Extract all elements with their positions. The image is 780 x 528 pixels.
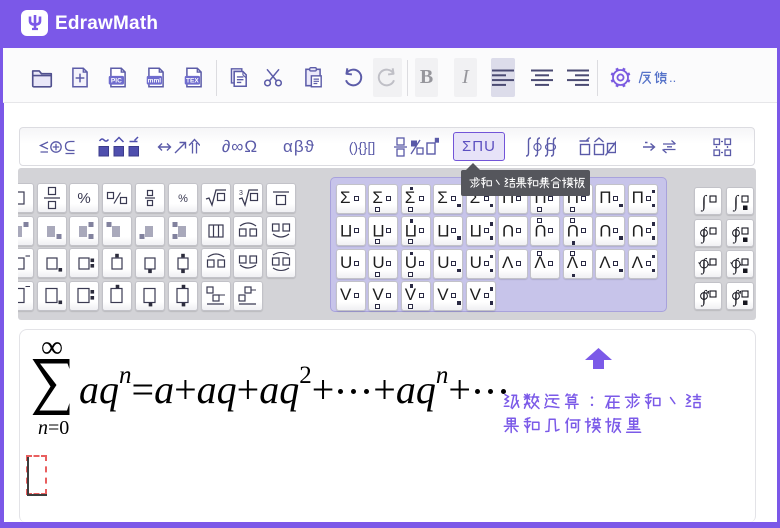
svg-text:∫: ∫ xyxy=(701,192,708,212)
svg-text:∫: ∫ xyxy=(733,287,740,307)
svg-text:PIC: PIC xyxy=(111,78,122,85)
svg-text:mml: mml xyxy=(148,78,162,85)
svg-text:∫: ∫ xyxy=(733,255,740,275)
svg-text:∫: ∫ xyxy=(701,287,708,307)
svg-text:%: % xyxy=(78,190,91,207)
svg-text:∫: ∫ xyxy=(701,224,708,244)
svg-text:..: .. xyxy=(669,70,676,85)
svg-text:3: 3 xyxy=(239,190,243,197)
svg-text:TEX: TEX xyxy=(186,78,199,85)
svg-text:∫: ∫ xyxy=(733,192,740,212)
svg-text:∫: ∫ xyxy=(701,255,708,275)
svg-text:∫: ∫ xyxy=(733,224,740,244)
svg-text:%: % xyxy=(178,193,188,205)
